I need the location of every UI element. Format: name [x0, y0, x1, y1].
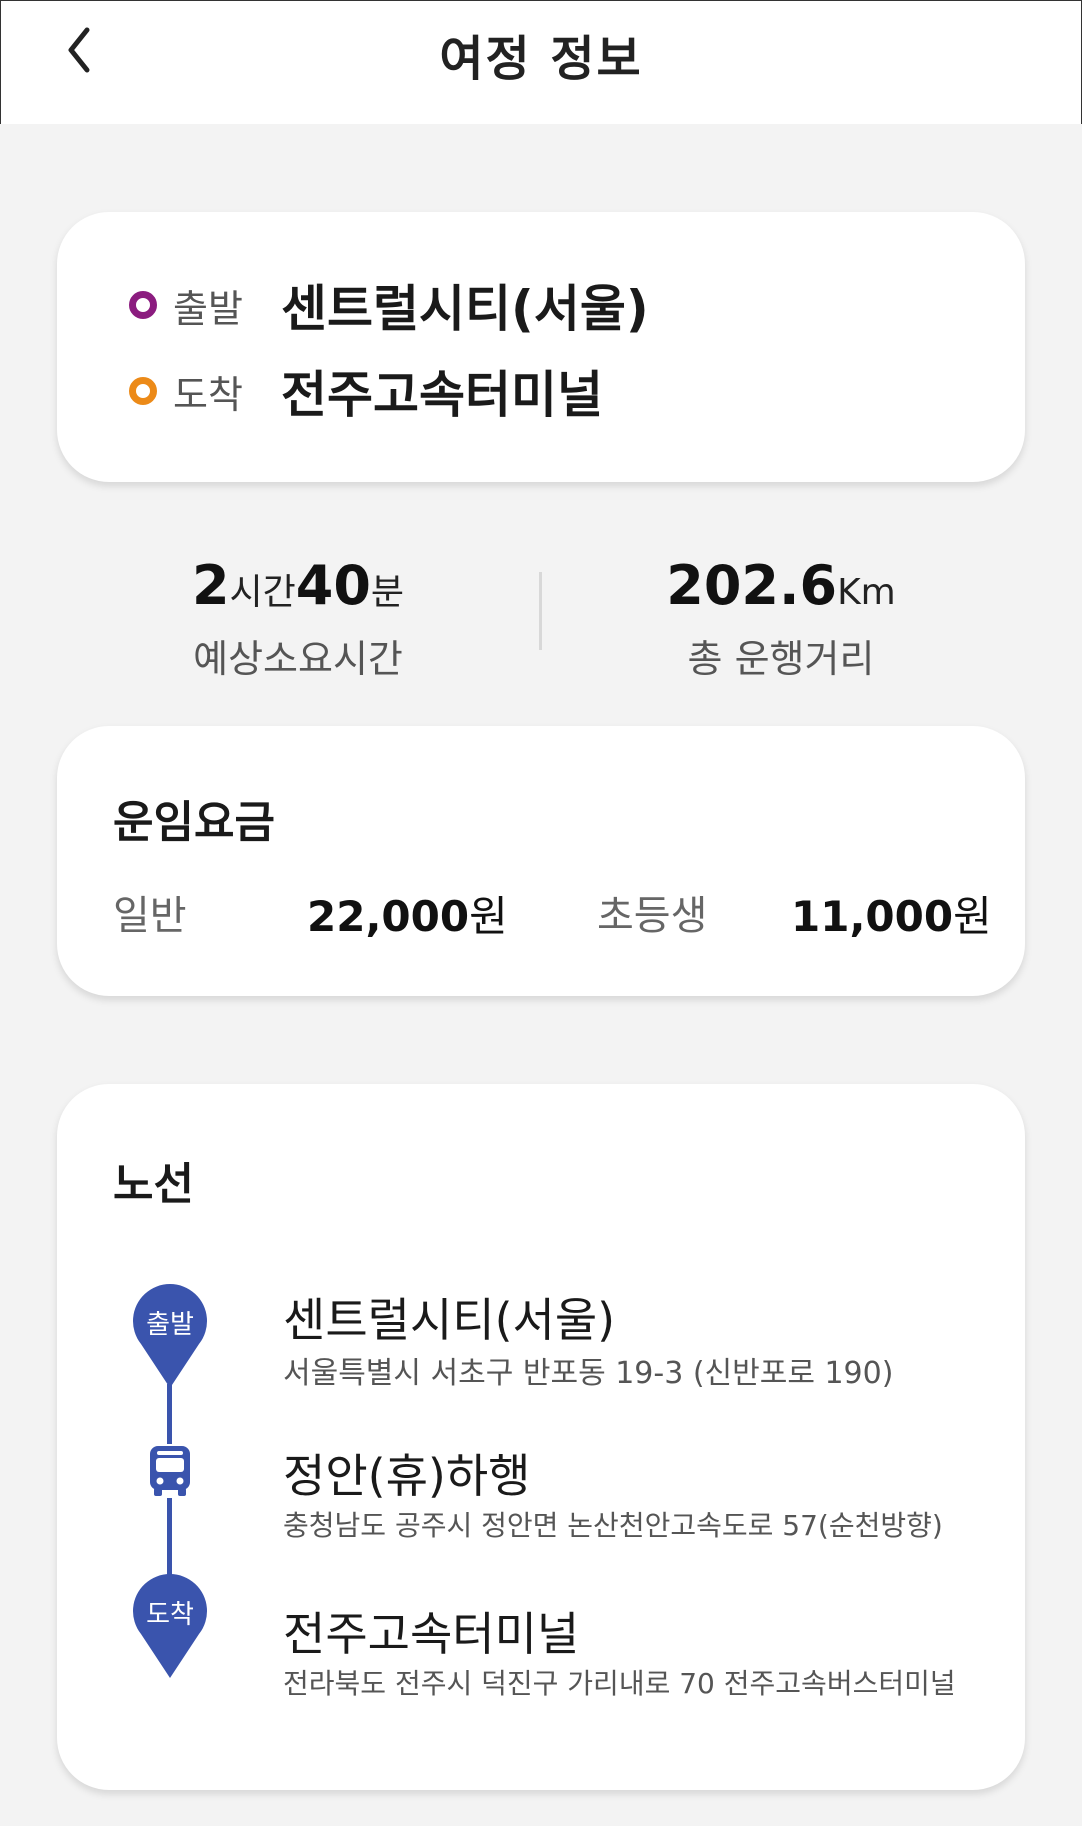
departure-pin-icon: 출발: [131, 1284, 209, 1390]
distance-label: 총 운행거리: [687, 637, 875, 681]
route-stop-name: 전주고속터미널: [283, 1607, 580, 1661]
route-card: 노선 출발 도착 센트럴시티(서울) 서울특별시 서초구 반포동 19-3 (신…: [57, 1084, 1025, 1790]
duration-value: 2시간40분: [98, 550, 498, 622]
bus-icon: [147, 1444, 193, 1498]
page-title: 여정 정보: [439, 31, 643, 87]
fare-card: 운임요금 일반 22,000원 초등생 11,000원: [57, 726, 1025, 996]
distance-number: 202.6: [666, 554, 838, 617]
child-fare-amount: 11,000: [791, 892, 954, 941]
route-title: 노선: [113, 1159, 194, 1210]
fare-title: 운임요금: [113, 797, 275, 848]
duration-label: 예상소요시간: [193, 637, 403, 681]
route-stop-address: 전라북도 전주시 덕진구 가리내로 70 전주고속버스터미널: [283, 1667, 956, 1700]
arrival-pin-icon: 도착: [131, 1574, 209, 1680]
adult-fare-amount: 22,000: [307, 892, 470, 941]
departure-dot-icon: [129, 291, 157, 319]
child-fare-label: 초등생: [597, 893, 708, 939]
duration-minutes: 40: [295, 554, 371, 617]
distance-unit: Km: [837, 572, 896, 613]
arrival-dot-icon: [129, 377, 157, 405]
duration-hours-unit: 시간: [229, 572, 296, 613]
duration-stat: 2시간40분 예상소요시간: [98, 550, 498, 683]
distance-stat: 202.6Km 총 운행거리: [581, 550, 981, 683]
arrival-pin-label: 도착: [146, 1600, 194, 1630]
trip-summary-card: 출발 센트럴시티(서울) 도착 전주고속터미널: [57, 212, 1025, 482]
child-fare-unit: 원: [953, 892, 992, 941]
adult-fare-price: 22,000원: [307, 883, 508, 944]
distance-value: 202.6Km: [581, 550, 981, 622]
arrival-tag: 도착: [173, 372, 243, 417]
route-stop-address: 충청남도 공주시 정안면 논산천안고속도로 57(순천방향): [283, 1509, 943, 1542]
departure-tag: 출발: [173, 286, 243, 331]
trip-stats: 2시간40분 예상소요시간 202.6Km 총 운행거리: [0, 550, 1082, 690]
stats-divider: [539, 572, 542, 650]
duration-hours: 2: [191, 554, 230, 617]
child-fare-price: 11,000원: [791, 883, 992, 944]
route-stop-name: 센트럴시티(서울): [283, 1293, 616, 1347]
adult-fare-unit: 원: [469, 892, 508, 941]
route-stop-address: 서울특별시 서초구 반포동 19-3 (신반포로 190): [283, 1356, 894, 1391]
adult-fare-label: 일반: [113, 893, 187, 939]
departure-row: 출발 센트럴시티(서울): [129, 270, 649, 340]
app-header: 여정 정보: [0, 0, 1082, 124]
route-stop-name: 정안(휴)하행: [283, 1449, 531, 1503]
duration-minutes-unit: 분: [370, 572, 405, 613]
arrival-name: 전주고속터미널: [281, 366, 603, 424]
departure-pin-label: 출발: [146, 1310, 194, 1340]
arrival-row: 도착 전주고속터미널: [129, 356, 603, 426]
departure-name: 센트럴시티(서울): [281, 280, 649, 338]
